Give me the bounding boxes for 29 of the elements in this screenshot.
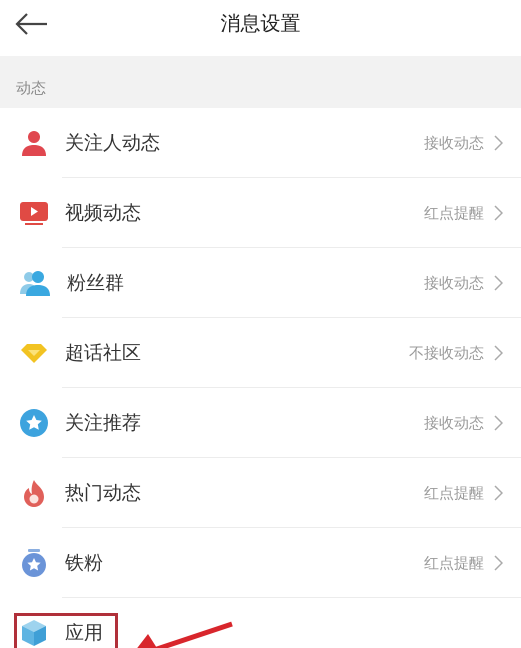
row-label: 关注人动态 — [65, 131, 160, 156]
chevron-icon — [494, 345, 503, 361]
row-value: 红点提醒 — [424, 204, 484, 222]
row-label: 超话社区 — [65, 341, 141, 366]
page-title: 消息设置 — [220, 10, 300, 36]
row-value: 红点提醒 — [424, 554, 484, 572]
chevron-icon — [494, 275, 503, 291]
person-icon — [19, 128, 49, 158]
row-label: 粉丝群 — [67, 271, 124, 296]
chevron-icon — [494, 485, 503, 501]
star-medal-icon — [19, 548, 49, 578]
section-title: 动态 — [16, 79, 46, 98]
row-label: 关注推荐 — [65, 411, 141, 436]
row-label: 热门动态 — [65, 481, 141, 506]
cube-icon — [19, 618, 49, 648]
chevron-icon — [494, 555, 503, 571]
row-label: 铁粉 — [65, 551, 103, 576]
chevron-icon — [494, 415, 503, 431]
star-badge-icon — [19, 408, 49, 438]
row-value: 接收动态 — [424, 134, 484, 152]
row-value: 接收动态 — [424, 274, 484, 292]
group-icon — [19, 268, 51, 298]
chevron-icon — [494, 135, 503, 151]
row-label: 应用 — [65, 621, 103, 646]
row-value: 红点提醒 — [424, 484, 484, 502]
row-label: 视频动态 — [65, 201, 141, 226]
row-value: 接收动态 — [424, 414, 484, 432]
chevron-icon — [494, 205, 503, 221]
row-value: 不接收动态 — [409, 344, 484, 362]
